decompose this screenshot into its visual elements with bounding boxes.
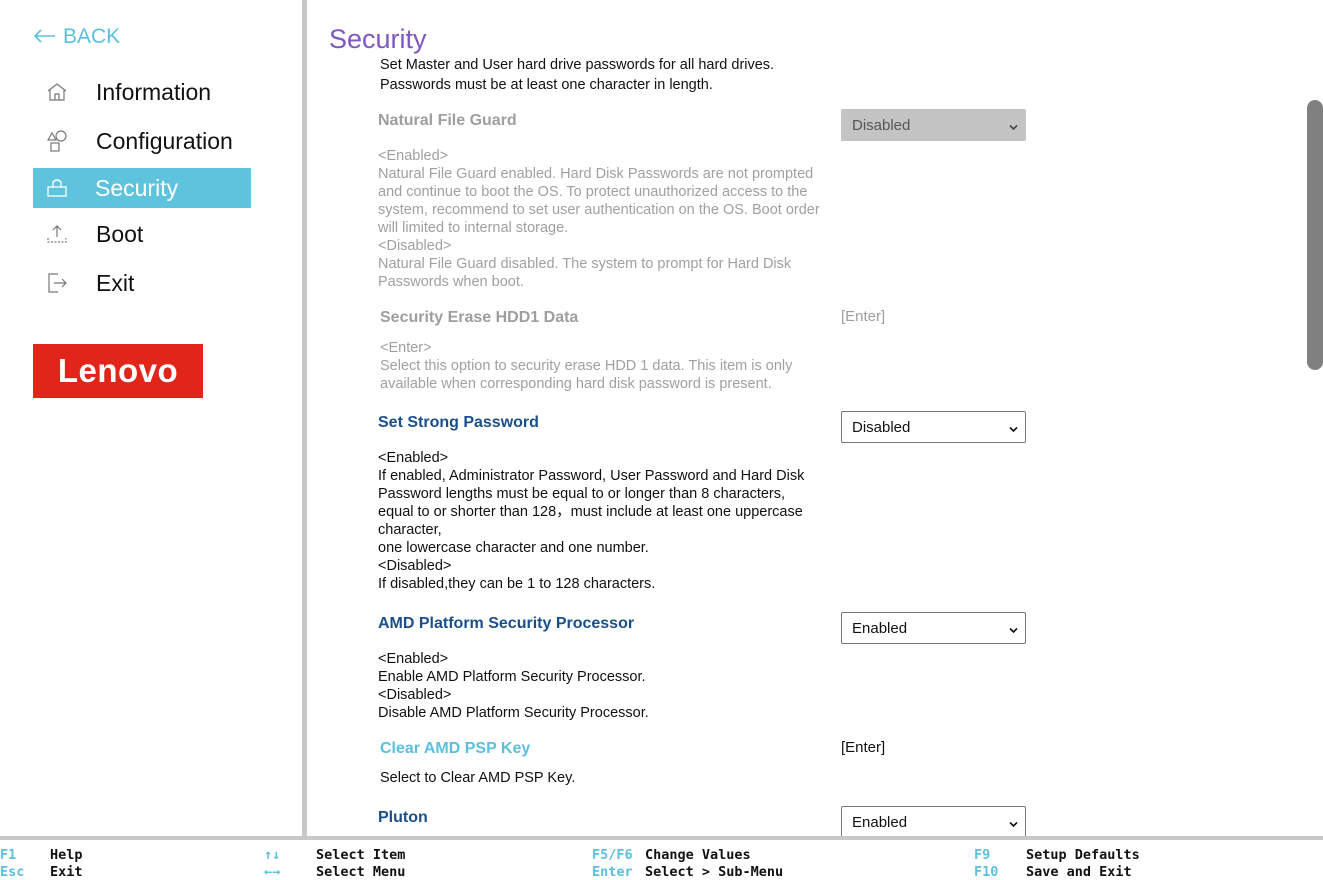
back-arrow-icon — [33, 26, 57, 48]
pluton-label: Pluton — [378, 809, 428, 826]
scrollbar[interactable] — [1307, 100, 1323, 370]
security-erase-description: <Enter> Select this option to security e… — [380, 340, 793, 392]
select-value: Disabled — [852, 418, 911, 436]
chevron-down-icon — [1009, 421, 1018, 433]
f1-key: F1 — [0, 847, 17, 863]
chevron-down-icon — [1009, 119, 1018, 131]
esc-key: Esc — [0, 864, 25, 880]
clear-psp-key-description: Select to Clear AMD PSP Key. — [380, 770, 576, 786]
title-backdrop — [307, 0, 1307, 56]
strong-password-description: <Enabled> If enabled, Administrator Pass… — [378, 450, 805, 592]
f9-label: Setup Defaults — [1026, 847, 1140, 863]
chevron-down-icon — [1009, 622, 1018, 634]
strong-password-select[interactable]: Disabled — [841, 411, 1026, 443]
f10-label: Save and Exit — [1026, 864, 1132, 880]
sidebar-item-security[interactable]: Security — [33, 168, 251, 208]
page-title: Security — [329, 24, 447, 55]
security-erase-label: Security Erase HDD1 Data — [380, 309, 579, 326]
f9-key: F9 — [974, 847, 991, 863]
shapes-icon — [45, 129, 69, 153]
footer-keybar: F1 Help Esc Exit ↑↓ Select Item ←→ Selec… — [0, 840, 1323, 880]
chevron-down-icon — [1009, 816, 1018, 828]
sidebar-item-label: Configuration — [96, 127, 233, 154]
partial-description: Set Master and User hard drive passwords… — [380, 56, 774, 94]
amd-psp-label: AMD Platform Security Processor — [378, 615, 635, 632]
back-label: BACK — [63, 25, 121, 48]
esc-label: Exit — [50, 864, 83, 880]
clear-psp-key-label[interactable]: Clear AMD PSP Key — [380, 740, 530, 758]
amd-psp-select[interactable]: Enabled — [841, 612, 1026, 644]
partial-line-1: Set Master and User hard drive passwords… — [380, 57, 775, 73]
partial-line-2: Passwords must be at least one character… — [380, 77, 713, 93]
sidebar-item-label: Information — [96, 78, 212, 105]
leftright-label: Select Menu — [316, 864, 406, 880]
select-value: Enabled — [852, 813, 908, 831]
clear-psp-key-enter[interactable]: [Enter] — [841, 739, 885, 756]
pluton-select[interactable]: Enabled — [841, 806, 1026, 836]
logo-text: Lenovo — [57, 352, 179, 389]
f1-label: Help — [50, 847, 83, 863]
updown-key: ↑↓ — [264, 847, 281, 863]
select-value: Enabled — [852, 619, 908, 637]
security-erase-enter: [Enter] — [841, 308, 886, 325]
sidebar-item-information[interactable]: Information — [33, 72, 251, 112]
f5f6-label: Change Values — [645, 847, 751, 863]
natural-file-guard-label: Natural File Guard — [378, 112, 517, 129]
boot-upload-icon — [45, 222, 69, 246]
back-button[interactable]: BACK — [33, 25, 120, 49]
main-panel: Set Master and User hard drive passwords… — [307, 0, 1323, 836]
amd-psp-description: <Enabled> Enable AMD Platform Security P… — [378, 651, 649, 721]
updown-label: Select Item — [316, 847, 406, 863]
enter-key: Enter — [592, 864, 633, 880]
natural-file-guard-select: Disabled — [841, 109, 1026, 141]
natural-file-guard-description: <Enabled> Natural File Guard enabled. Ha… — [378, 148, 820, 290]
lenovo-logo: Lenovo — [33, 344, 203, 398]
sidebar-item-label: Exit — [96, 269, 135, 296]
sidebar-item-boot[interactable]: Boot — [33, 214, 251, 254]
sidebar-item-configuration[interactable]: Configuration — [33, 121, 251, 161]
sidebar: BACK Information Configuration Security … — [0, 0, 302, 836]
sidebar-item-exit[interactable]: Exit — [33, 263, 251, 303]
sidebar-item-label: Boot — [96, 220, 144, 247]
leftright-key: ←→ — [264, 864, 281, 880]
lock-icon — [45, 176, 69, 200]
select-value: Disabled — [852, 116, 911, 134]
exit-icon — [45, 271, 69, 295]
scrollbar-thumb[interactable] — [1307, 100, 1323, 370]
home-icon — [45, 80, 69, 104]
f10-key: F10 — [974, 864, 999, 880]
strong-password-label: Set Strong Password — [378, 414, 539, 431]
enter-label: Select > Sub-Menu — [645, 864, 784, 880]
sidebar-item-label: Security — [95, 174, 179, 201]
f5f6-key: F5/F6 — [592, 847, 633, 863]
